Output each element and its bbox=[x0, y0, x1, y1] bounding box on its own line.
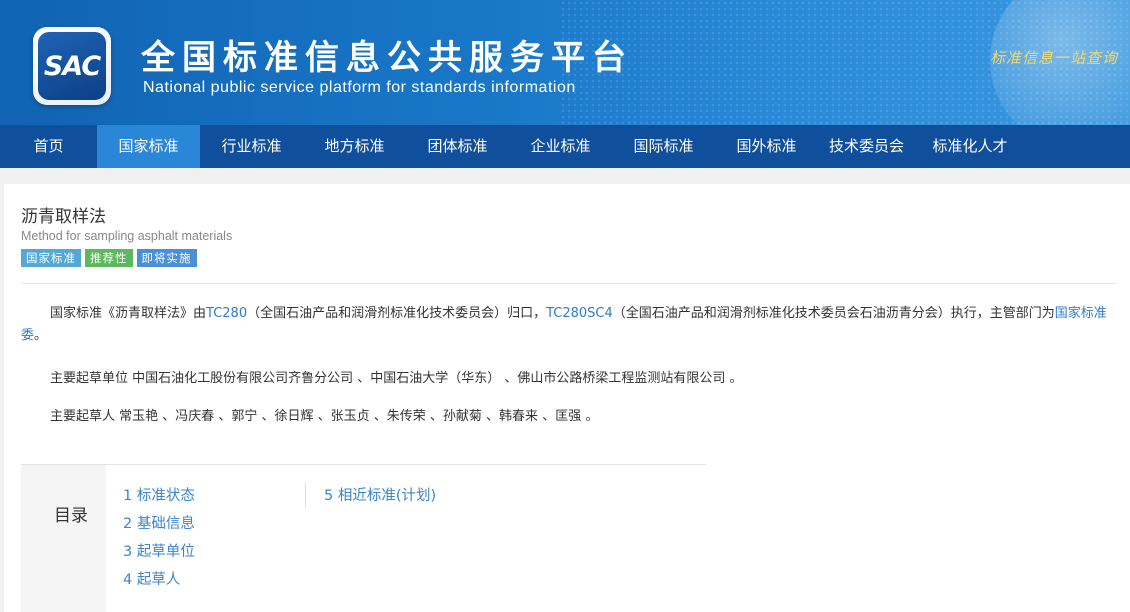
nav-item-local-standard[interactable]: 地方标准 bbox=[303, 125, 406, 168]
toc-label-column bbox=[21, 465, 106, 612]
main-nav: 首页 国家标准 行业标准 地方标准 团体标准 企业标准 国际标准 国外标准 技术… bbox=[0, 125, 1130, 168]
sac-logo[interactable]: SAC bbox=[33, 27, 111, 105]
description-suffix: 。 bbox=[34, 328, 48, 343]
sac-logo-inner: SAC bbox=[38, 32, 106, 100]
nav-item-national-standard[interactable]: 国家标准 bbox=[97, 125, 200, 168]
nav-item-technical-committee[interactable]: 技术委员会 bbox=[818, 125, 915, 168]
toc-column-separator bbox=[305, 482, 306, 508]
standard-title: 沥青取样法 bbox=[21, 207, 106, 227]
header-banner: SAC 全国标准信息公共服务平台 National public service… bbox=[0, 0, 1130, 125]
nav-item-foreign-standard[interactable]: 国外标准 bbox=[715, 125, 818, 168]
site-title-cn: 全国标准信息公共服务平台 bbox=[141, 38, 633, 78]
toc-item-drafters[interactable]: 4 起草人 bbox=[123, 568, 180, 589]
toc-item-basic-info[interactable]: 2 基础信息 bbox=[123, 512, 195, 533]
nav-item-international-standard[interactable]: 国际标准 bbox=[612, 125, 715, 168]
slogan-text: 标准信息一站查询 bbox=[990, 49, 1119, 67]
toc-item-drafting-units[interactable]: 3 起草单位 bbox=[123, 540, 195, 561]
tc280sc4-link[interactable]: TC280SC4 bbox=[546, 306, 613, 321]
description-paragraph: 国家标准《沥青取样法》由TC280（全国石油产品和润滑剂标准化技术委员会）归口，… bbox=[21, 303, 1116, 347]
site-title-en: National public service platform for sta… bbox=[143, 79, 576, 96]
toc-item-similar-standards[interactable]: 5 相近标准(计划) bbox=[324, 484, 436, 505]
standard-detail-card: 沥青取样法 Method for sampling asphalt materi… bbox=[4, 184, 1130, 612]
divider bbox=[21, 283, 1118, 284]
drafting-units-paragraph: 主要起草单位 中国石油化工股份有限公司齐鲁分公司 、中国石油大学（华东） 、佛山… bbox=[50, 371, 743, 386]
toc-label: 目录 bbox=[54, 506, 88, 526]
badge-group: 国家标准 推荐性 即将实施 bbox=[21, 249, 197, 267]
toc-item-status[interactable]: 1 标准状态 bbox=[123, 484, 195, 505]
badge-recommended: 推荐性 bbox=[85, 249, 133, 267]
toc-top-border bbox=[21, 464, 706, 465]
tc280-desc: （全国石油产品和润滑剂标准化技术委员会）归口， bbox=[247, 306, 547, 321]
nav-item-talent[interactable]: 标准化人才 bbox=[915, 125, 1025, 168]
description-prefix: 国家标准《沥青取样法》由 bbox=[50, 306, 207, 321]
nav-item-industry-standard[interactable]: 行业标准 bbox=[200, 125, 303, 168]
badge-upcoming: 即将实施 bbox=[136, 249, 197, 267]
nav-item-group-standard[interactable]: 团体标准 bbox=[406, 125, 509, 168]
nav-item-enterprise-standard[interactable]: 企业标准 bbox=[509, 125, 612, 168]
nav-item-home[interactable]: 首页 bbox=[0, 125, 97, 168]
standard-subtitle: Method for sampling asphalt materials bbox=[21, 229, 233, 243]
tc280sc4-desc: （全国石油产品和润滑剂标准化技术委员会石油沥青分会）执行，主管部门为 bbox=[612, 306, 1055, 321]
badge-national-standard: 国家标准 bbox=[21, 249, 81, 267]
drafters-paragraph: 主要起草人 常玉艳 、冯庆春 、郭宁 、徐日辉 、张玉贞 、朱传荣 、孙献菊 、… bbox=[50, 409, 599, 424]
tc280-link[interactable]: TC280 bbox=[206, 306, 247, 321]
sac-logo-text: SAC bbox=[43, 50, 101, 82]
